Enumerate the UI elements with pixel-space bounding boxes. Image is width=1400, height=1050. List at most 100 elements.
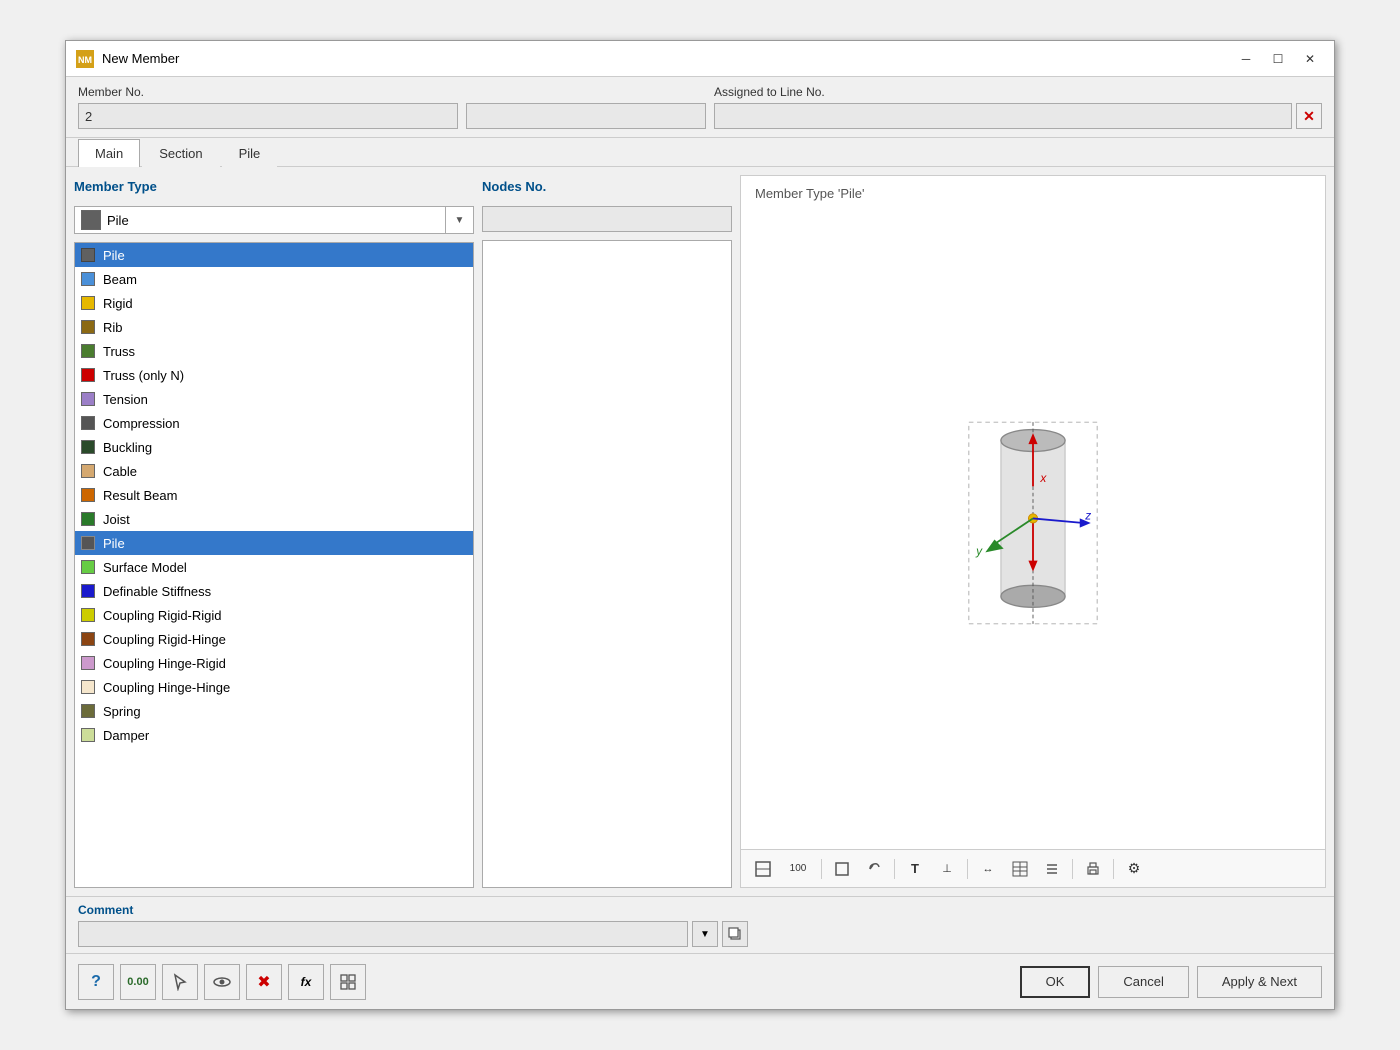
- nodes-input[interactable]: [482, 206, 732, 232]
- clear-assigned-button[interactable]: ✕: [1296, 103, 1322, 129]
- apply-next-button[interactable]: Apply & Next: [1197, 966, 1322, 998]
- tab-main[interactable]: Main: [78, 139, 140, 167]
- ok-button[interactable]: OK: [1020, 966, 1091, 998]
- color-swatch: [81, 608, 95, 622]
- list-item[interactable]: Spring: [75, 699, 473, 723]
- comment-label: Comment: [78, 903, 1322, 917]
- comment-input[interactable]: [78, 921, 688, 947]
- list-item[interactable]: Coupling Rigid-Hinge: [75, 627, 473, 651]
- left-panel: Member Type Pile ▼ Pile Beam: [74, 175, 474, 888]
- color-swatch: [81, 368, 95, 382]
- footer-left: ? 0.00 ✖ fx: [78, 964, 366, 1000]
- middle-input[interactable]: [466, 103, 706, 129]
- dimension-button[interactable]: ↔: [974, 855, 1002, 883]
- window-controls: ─ ☐ ✕: [1232, 48, 1324, 70]
- separator: [967, 859, 968, 879]
- cancel-button[interactable]: Cancel: [1098, 966, 1188, 998]
- member-no-group: Member No.: [78, 85, 458, 129]
- list-item[interactable]: Beam: [75, 267, 473, 291]
- comment-copy-button[interactable]: [722, 921, 748, 947]
- assigned-group: Assigned to Line No. ✕: [714, 85, 1322, 129]
- color-swatch: [81, 416, 95, 430]
- list-item[interactable]: Truss (only N): [75, 363, 473, 387]
- comment-dropdown-button[interactable]: ▼: [692, 921, 718, 947]
- assigned-input[interactable]: [714, 103, 1292, 129]
- nodes-area: [482, 240, 732, 888]
- list-item[interactable]: Rib: [75, 315, 473, 339]
- color-swatch: [81, 344, 95, 358]
- comment-area: Comment ▼: [66, 896, 1334, 953]
- selected-type-label: Pile: [107, 213, 445, 228]
- print-button[interactable]: [1079, 855, 1107, 883]
- color-swatch: [81, 584, 95, 598]
- tab-section[interactable]: Section: [142, 139, 219, 167]
- maximize-button[interactable]: ☐: [1264, 48, 1292, 70]
- list-item[interactable]: Cable: [75, 459, 473, 483]
- color-swatch: [81, 272, 95, 286]
- right-panel: Member Type 'Pile': [740, 175, 1326, 888]
- text-t-button[interactable]: T: [901, 855, 929, 883]
- axis-button[interactable]: ⊥: [933, 855, 961, 883]
- color-swatch: [81, 728, 95, 742]
- pile-preview-svg: x y z: [933, 413, 1133, 633]
- help-button[interactable]: ?: [78, 964, 114, 1000]
- list-item[interactable]: Tension: [75, 387, 473, 411]
- list-item[interactable]: Definable Stiffness: [75, 579, 473, 603]
- svg-text:y: y: [975, 544, 983, 558]
- color-swatch: [81, 512, 95, 526]
- list-item[interactable]: Surface Model: [75, 555, 473, 579]
- list-item[interactable]: Truss: [75, 339, 473, 363]
- dropdown-arrow-icon: ▼: [445, 207, 473, 233]
- color-swatch: [81, 632, 95, 646]
- frame-button[interactable]: [828, 855, 856, 883]
- tabs-bar: Main Section Pile: [66, 138, 1334, 167]
- comment-row: ▼: [78, 921, 1322, 947]
- cursor-tool-button[interactable]: [162, 964, 198, 1000]
- select-view-button[interactable]: [749, 855, 777, 883]
- list-item[interactable]: Coupling Hinge-Rigid: [75, 651, 473, 675]
- footer-right: OK Cancel Apply & Next: [1020, 966, 1322, 998]
- top-fields: Member No. Assigned to Line No. ✕: [66, 77, 1334, 138]
- tab-pile[interactable]: Pile: [222, 139, 278, 167]
- list-item[interactable]: Buckling: [75, 435, 473, 459]
- list-item[interactable]: Coupling Hinge-Hinge: [75, 675, 473, 699]
- list-item[interactable]: Rigid: [75, 291, 473, 315]
- dialog-icon: NM: [76, 50, 94, 68]
- separator: [1113, 859, 1114, 879]
- list-item-pile-selected[interactable]: Pile: [75, 531, 473, 555]
- table-button[interactable]: [1006, 855, 1034, 883]
- grid-button[interactable]: [330, 964, 366, 1000]
- footer: ? 0.00 ✖ fx OK Cancel Apply & Next: [66, 953, 1334, 1009]
- member-type-dropdown[interactable]: Pile ▼: [74, 206, 474, 234]
- preview-area: Member Type 'Pile': [741, 176, 1325, 849]
- rotate-left-button[interactable]: [860, 855, 888, 883]
- dialog-title: New Member: [102, 51, 179, 66]
- color-swatch: [81, 296, 95, 310]
- color-swatch: [81, 440, 95, 454]
- list-button[interactable]: [1038, 855, 1066, 883]
- color-swatch: [81, 248, 95, 262]
- list-item[interactable]: Joist: [75, 507, 473, 531]
- separator: [894, 859, 895, 879]
- list-item[interactable]: Damper: [75, 723, 473, 747]
- number-format-button[interactable]: 0.00: [120, 964, 156, 1000]
- color-swatch: [81, 488, 95, 502]
- list-item[interactable]: Coupling Rigid-Rigid: [75, 603, 473, 627]
- list-item[interactable]: Compression: [75, 411, 473, 435]
- list-item[interactable]: Pile: [75, 243, 473, 267]
- color-swatch: [81, 320, 95, 334]
- delete-button[interactable]: ✖: [246, 964, 282, 1000]
- separator: [1072, 859, 1073, 879]
- list-item[interactable]: Result Beam: [75, 483, 473, 507]
- color-swatch: [81, 464, 95, 478]
- zoom-button[interactable]: 100: [781, 855, 815, 883]
- member-no-input[interactable]: [78, 103, 458, 129]
- view-button[interactable]: [204, 964, 240, 1000]
- settings-button[interactable]: ⚙: [1120, 855, 1148, 883]
- function-button[interactable]: fx: [288, 964, 324, 1000]
- minimize-button[interactable]: ─: [1232, 48, 1260, 70]
- middle-panel: Nodes No.: [482, 175, 732, 888]
- svg-text:x: x: [1039, 470, 1047, 484]
- member-type-list: Pile Beam Rigid Rib: [74, 242, 474, 888]
- close-button[interactable]: ✕: [1296, 48, 1324, 70]
